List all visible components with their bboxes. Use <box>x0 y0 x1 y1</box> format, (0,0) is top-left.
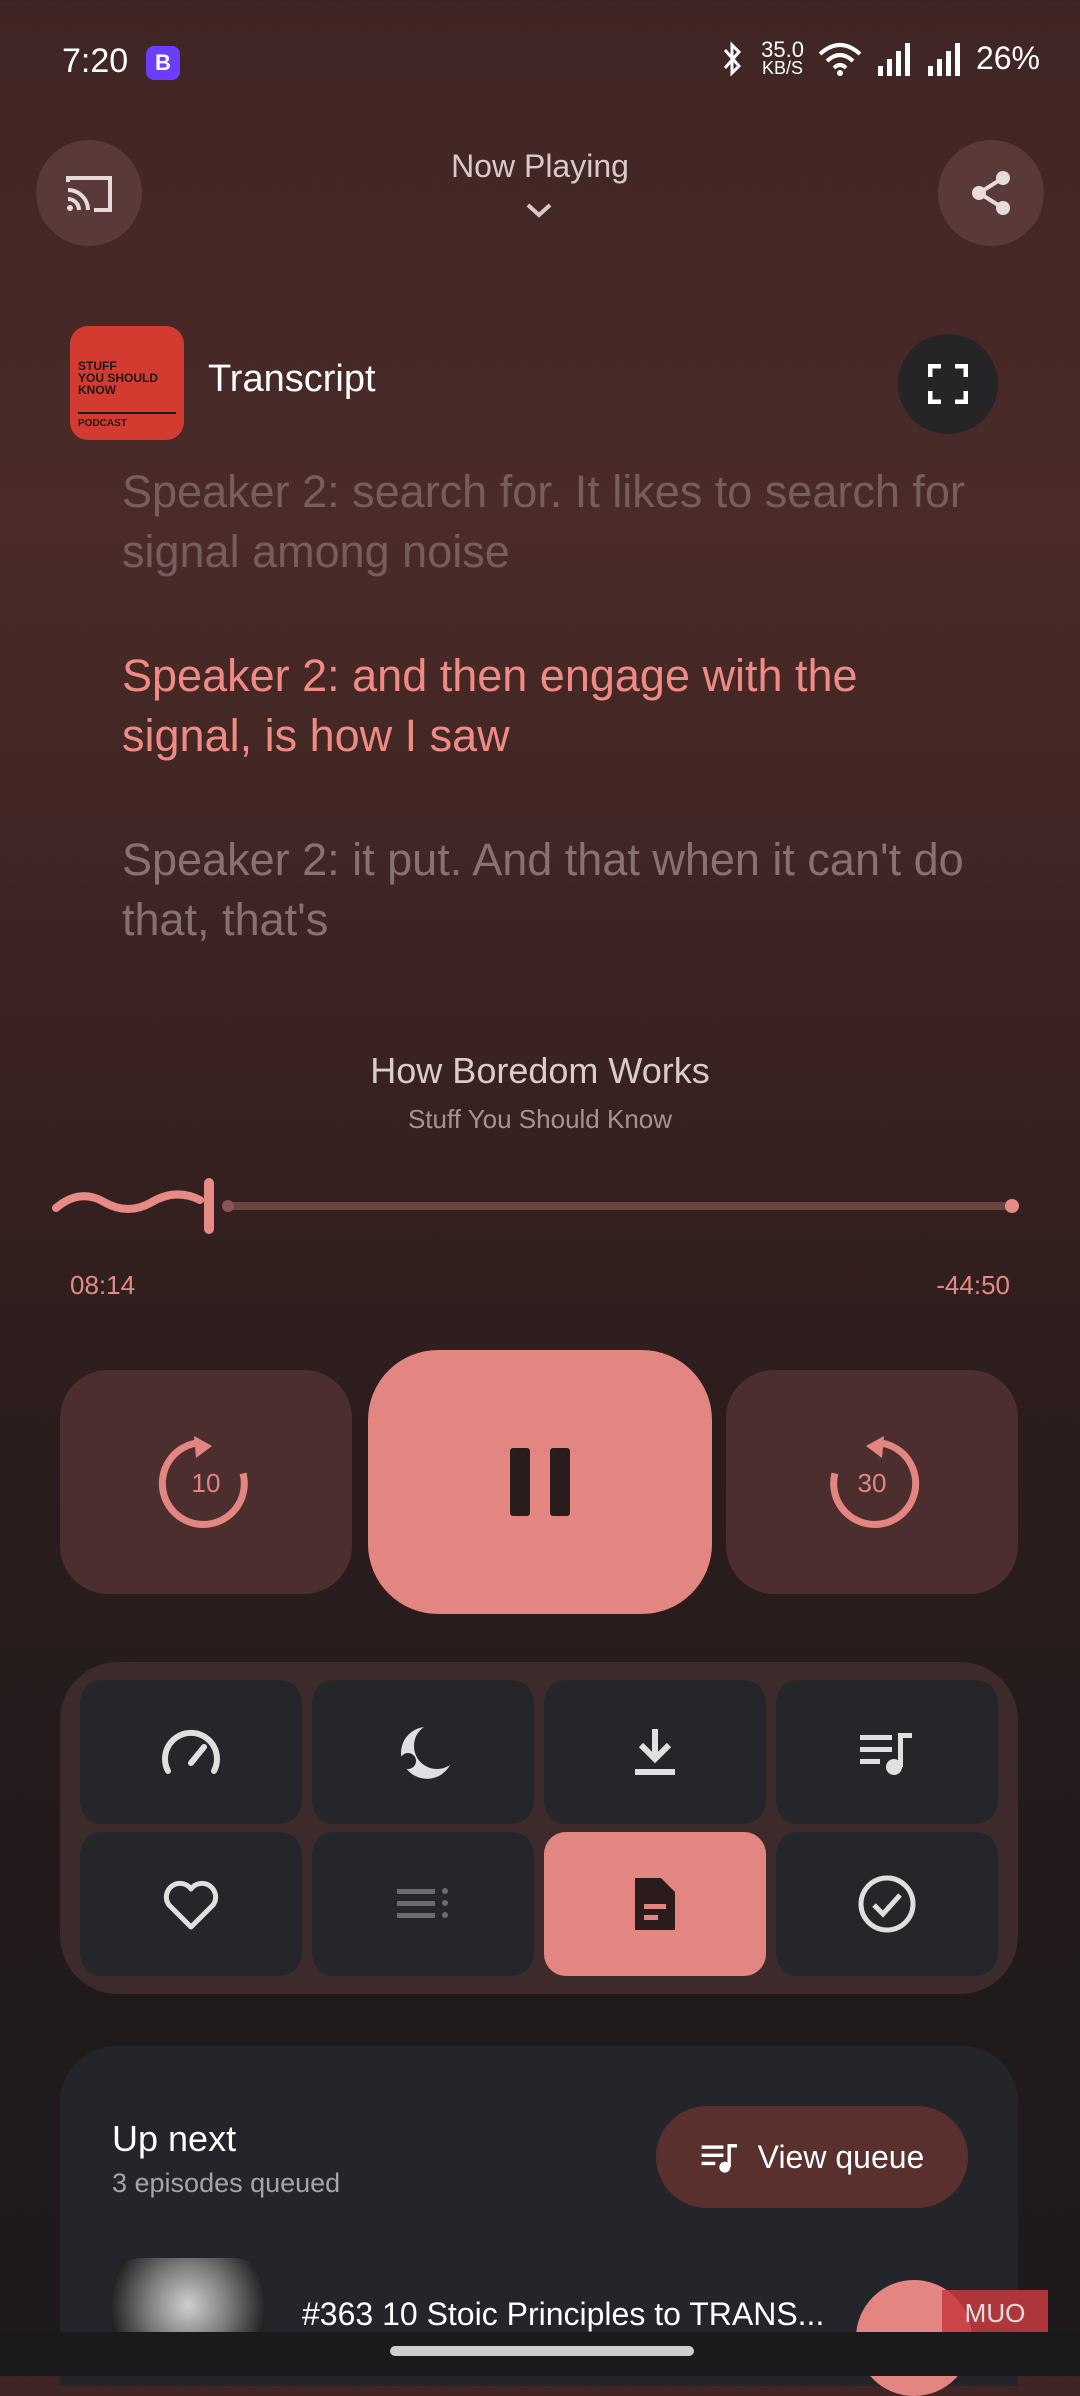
status-bar: 7:20 B 35.0 KB/S 26% <box>0 0 1080 130</box>
rewind-button[interactable]: 10 <box>60 1370 352 1594</box>
cast-icon <box>66 176 112 212</box>
seek-end-dot <box>1005 1199 1019 1213</box>
cast-button[interactable] <box>36 140 142 246</box>
svg-text:10: 10 <box>192 1468 221 1498</box>
seek-thumb[interactable] <box>204 1178 214 1234</box>
transcript-document-icon <box>635 1878 675 1930</box>
transcript-line-next[interactable]: Speaker 2: it put. And that when it can'… <box>122 830 982 950</box>
forward-icon: 30 <box>830 1436 920 1528</box>
share-button[interactable] <box>938 140 1044 246</box>
chapters-button[interactable] <box>312 1832 534 1976</box>
fullscreen-icon <box>928 364 968 404</box>
collapse-chevron-down-icon[interactable] <box>522 200 556 220</box>
playback-speed-button[interactable] <box>80 1680 302 1824</box>
network-speed: 35.0 KB/S <box>761 36 804 78</box>
remaining-time: -44:50 <box>936 1270 1010 1300</box>
episode-title: How Boredom Works <box>370 1050 710 1091</box>
mark-played-check-icon <box>858 1875 916 1933</box>
svg-text:30: 30 <box>858 1468 887 1498</box>
home-gesture-handle[interactable] <box>390 2346 694 2356</box>
queue-music-icon <box>860 1733 912 1775</box>
chapters-list-icon <box>397 1888 448 1918</box>
favorite-button[interactable] <box>80 1832 302 1976</box>
watermark-logo: MUO <box>942 2290 1048 2336</box>
heart-icon <box>163 1880 219 1930</box>
speed-gauge-icon <box>162 1729 220 1774</box>
seek-start-dot <box>222 1200 234 1212</box>
battery-level: 26% <box>975 40 1040 76</box>
queue-music-icon <box>701 2144 737 2173</box>
rewind-icon: 10 <box>158 1436 248 1528</box>
elapsed-time: 08:14 <box>70 1270 136 1300</box>
forward-button[interactable]: 30 <box>726 1370 1018 1594</box>
view-queue-label: View queue <box>757 2138 925 2175</box>
up-next-title: Up next <box>112 2118 237 2159</box>
podcast-artwork: STUFF YOU SHOULD KNOW PODCAST <box>70 326 184 440</box>
download-icon <box>635 1729 675 1775</box>
transcript-line-previous[interactable]: Speaker 2: search for. It likes to searc… <box>122 462 982 582</box>
queue-item-title[interactable]: #363 10 Stoic Principles to TRANS... <box>302 2296 842 2333</box>
pause-button[interactable] <box>368 1350 712 1614</box>
episode-show: Stuff You Should Know <box>407 1104 673 1134</box>
cell-signal-icon <box>877 42 910 76</box>
status-icons: 35.0 KB/S 26% <box>717 36 1040 78</box>
seek-remaining-track <box>226 1202 1016 1210</box>
fullscreen-button[interactable] <box>898 334 998 434</box>
now-playing-title: Now Playing <box>451 148 629 184</box>
sleep-timer-moon-icon <box>400 1727 450 1779</box>
seek-bar[interactable] <box>50 1170 1030 1240</box>
view-queue-button[interactable]: View queue <box>656 2106 968 2208</box>
transcript-title: Transcript <box>208 358 376 400</box>
cell-signal-2-icon <box>927 42 960 76</box>
wifi-icon <box>818 42 862 76</box>
download-button[interactable] <box>544 1680 766 1824</box>
share-icon <box>972 171 1010 215</box>
transcript-line-current[interactable]: Speaker 2: and then engage with the sign… <box>122 646 982 766</box>
transcript-button[interactable] <box>544 1832 766 1976</box>
status-time: 7:20 <box>62 42 129 80</box>
sleep-timer-button[interactable] <box>312 1680 534 1824</box>
pause-icon <box>510 1448 570 1516</box>
app-notification-icon: B <box>146 46 180 80</box>
bluetooth-icon <box>723 40 742 77</box>
seek-progress-wave <box>52 1190 204 1213</box>
add-to-queue-button[interactable] <box>776 1680 998 1824</box>
up-next-subtitle: 3 episodes queued <box>112 2168 341 2198</box>
mark-played-button[interactable] <box>776 1832 998 1976</box>
